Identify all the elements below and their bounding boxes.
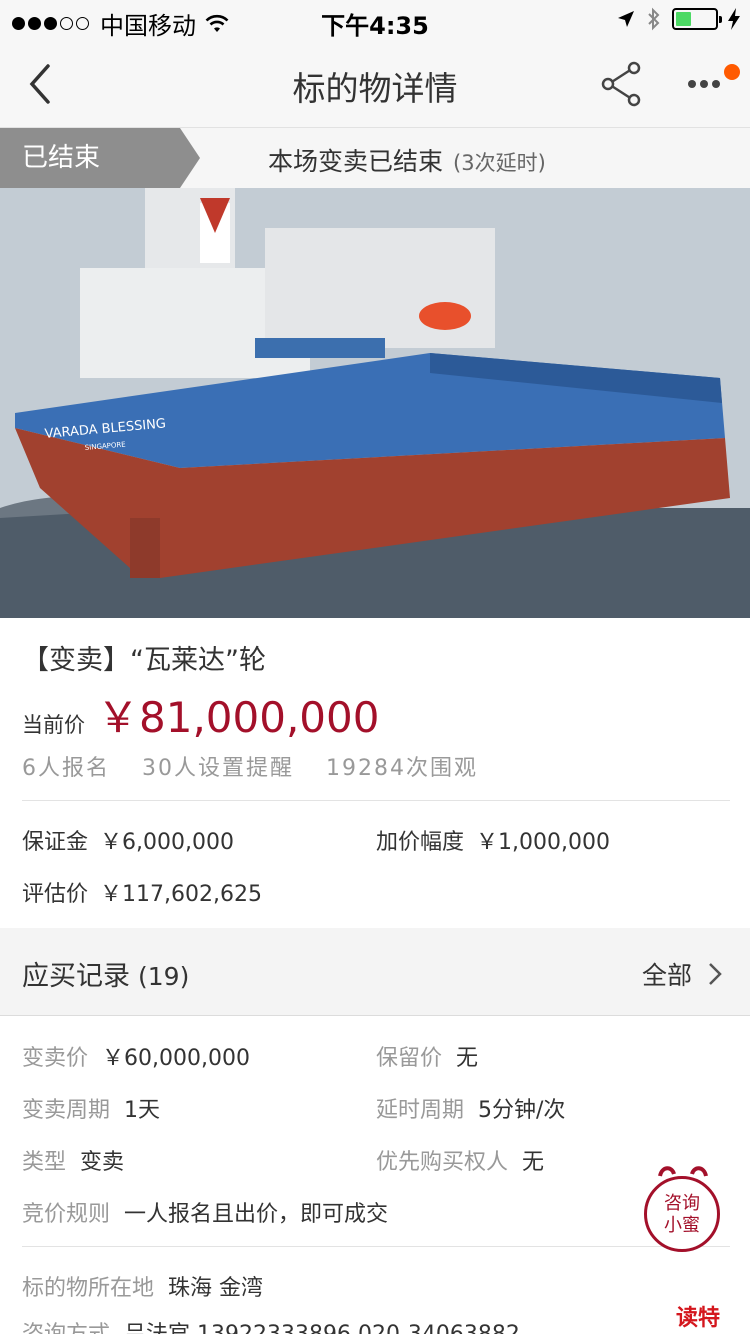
increment-value: ￥1,000,000 (476, 830, 610, 855)
item-image-carousel[interactable]: VARADA BLESSING SINGAPORE (0, 188, 750, 618)
share-button[interactable] (598, 60, 646, 108)
detail-row: 类型 变卖 (22, 1144, 124, 1176)
view-all-label: 全部 (641, 961, 692, 990)
chevron-right-icon (709, 963, 722, 985)
current-price: ￥81,000,000 (97, 693, 380, 742)
detail-value: 无 (456, 1046, 479, 1071)
views-count: 19284次围观 (326, 756, 478, 781)
ended-extensions: (3次延时) (453, 151, 546, 175)
view-all-records-link[interactable]: 全部 (642, 956, 722, 992)
detail-label: 优先购买权人 (376, 1150, 509, 1175)
deposit-row: 保证金 ￥6,000,000 (22, 824, 234, 856)
detail-row: 变卖价 ￥60,000,000 (22, 1040, 250, 1072)
detail-value: 吕法官 13922333896 020-34063882 (124, 1322, 520, 1334)
increment-label: 加价幅度 (376, 830, 465, 855)
detail-value: 珠海 金湾 (168, 1276, 264, 1301)
detail-label: 标的物所在地 (22, 1276, 155, 1301)
status-bar: 中国移动 下午4:35 (0, 0, 750, 40)
bluetooth-icon (648, 7, 660, 31)
deposit-label: 保证金 (22, 830, 89, 855)
detail-value: 5分钟/次 (478, 1098, 566, 1123)
deposit-value: ￥6,000,000 (100, 830, 234, 855)
detail-value: 1天 (124, 1098, 161, 1123)
detail-row: 变卖周期 1天 (22, 1092, 160, 1124)
detail-label: 保留价 (376, 1046, 443, 1071)
detail-label: 竞价规则 (22, 1202, 111, 1227)
location-arrow-icon (618, 11, 634, 27)
ended-message-text: 本场变卖已结束 (268, 147, 444, 176)
detail-row: 标的物所在地 珠海 金湾 (22, 1270, 263, 1302)
detail-row: 咨询方式 吕法官 13922333896 020-34063882 (22, 1316, 520, 1334)
ship-photo: VARADA BLESSING SINGAPORE (0, 188, 750, 618)
divider (22, 800, 730, 801)
detail-label: 延时周期 (376, 1098, 465, 1123)
battery-icon (672, 8, 722, 30)
price-label: 当前价 (22, 713, 85, 737)
ended-tag: 已结束 (0, 128, 200, 188)
watermark-logo: 读特 (676, 1306, 721, 1331)
current-price-row: 当前价 ￥81,000,000 (22, 684, 379, 745)
more-icon (688, 80, 720, 88)
consult-assistant-button[interactable]: 咨询 小蜜 (644, 1176, 720, 1252)
detail-row: 竞价规则 一人报名且出价，即可成交 (22, 1196, 388, 1228)
share-icon (601, 61, 641, 107)
more-button[interactable] (684, 60, 742, 108)
notification-badge (724, 64, 740, 80)
bid-records-label: 应买记录 (22, 961, 130, 992)
divider (22, 1246, 730, 1247)
detail-value: 无 (522, 1150, 545, 1175)
navigation-bar: 标的物详情 (0, 40, 750, 128)
appraisal-label: 评估价 (22, 882, 89, 907)
detail-label: 类型 (22, 1150, 67, 1175)
ended-message: 本场变卖已结束 (3次延时) (268, 142, 546, 178)
detail-row: 保留价无 (376, 1040, 478, 1072)
detail-value: 变卖 (80, 1150, 125, 1175)
item-title: 【变卖】“瓦莱达”轮 (22, 645, 266, 676)
registrants-count: 6人报名 (22, 756, 110, 781)
detail-row: 优先购买权人无 (376, 1144, 544, 1176)
detail-label: 咨询方式 (22, 1322, 110, 1334)
status-right (616, 7, 740, 31)
bid-records-row[interactable]: 应买记录 (19) 全部 (0, 928, 750, 1016)
reminders-count: 30人设置提醒 (142, 756, 294, 781)
auction-stats: 6人报名 30人设置提醒 19284次围观 (22, 750, 478, 782)
detail-label: 变卖价 (22, 1046, 89, 1071)
increment-row: 加价幅度 ￥1,000,000 (376, 824, 610, 856)
detail-value: 一人报名且出价，即可成交 (124, 1202, 389, 1227)
bid-records-title: 应买记录 (19) (22, 954, 189, 993)
charging-bolt-icon (728, 8, 740, 30)
detail-value: ￥60,000,000 (102, 1046, 250, 1071)
auction-ended-banner: 已结束 本场变卖已结束 (3次延时) (0, 128, 750, 188)
bid-records-count: (19) (138, 962, 190, 991)
appraisal-row: 评估价 ￥117,602,625 (22, 876, 262, 908)
detail-row: 延时周期 5分钟/次 (376, 1092, 565, 1124)
detail-label: 变卖周期 (22, 1098, 111, 1123)
appraisal-value: ￥117,602,625 (100, 882, 262, 907)
